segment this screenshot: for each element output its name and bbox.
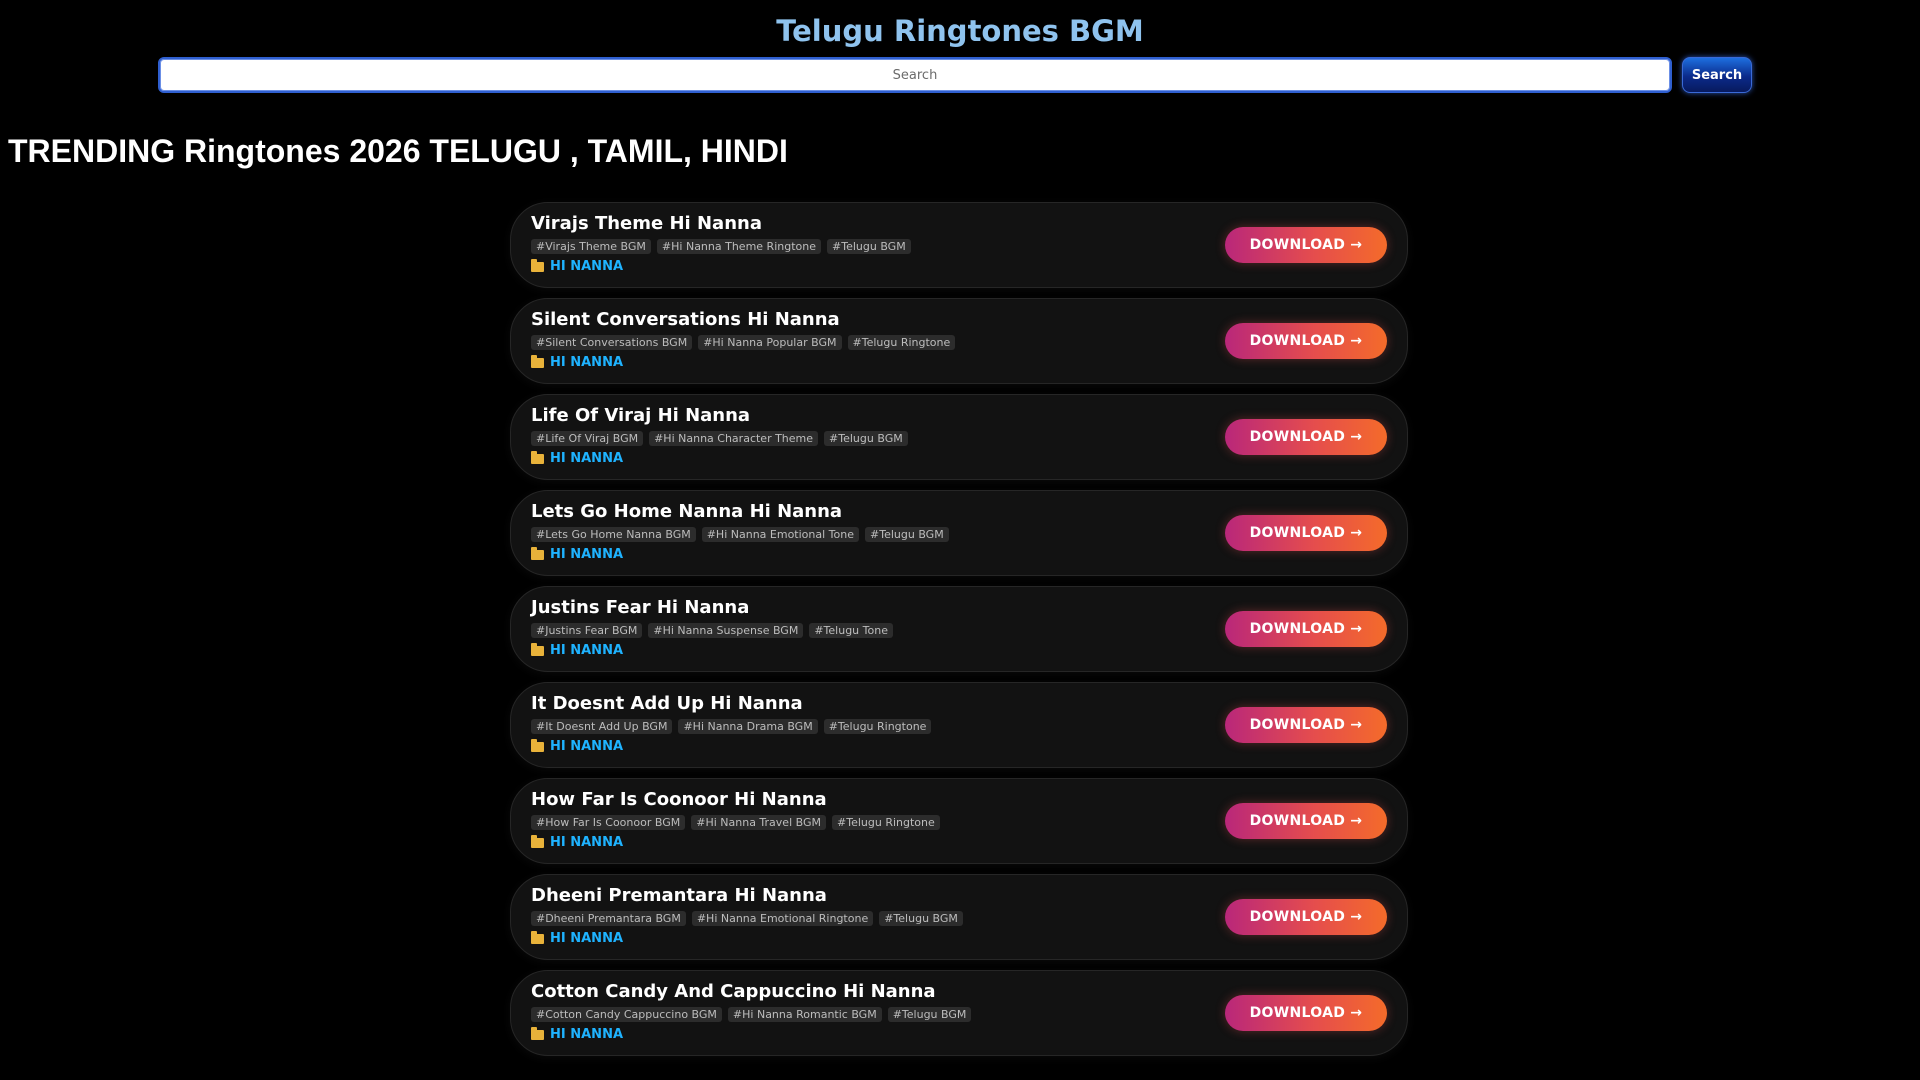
tag[interactable]: #Telugu BGM xyxy=(824,431,908,446)
category-label[interactable]: HI NANNA xyxy=(550,1027,623,1042)
download-button[interactable]: DOWNLOAD → xyxy=(1225,899,1387,935)
category-label[interactable]: HI NANNA xyxy=(550,643,623,658)
category-link[interactable]: HI NANNA xyxy=(531,738,623,754)
category-label[interactable]: HI NANNA xyxy=(550,931,623,946)
tag-list: #Lets Go Home Nanna BGM #Hi Nanna Emotion… xyxy=(531,527,949,542)
tag[interactable]: #Virajs Theme BGM xyxy=(531,239,651,254)
tag-list: #Justins Fear BGM #Hi Nanna Suspense BGM #… xyxy=(531,623,893,638)
tag[interactable]: #Telugu Ringtone xyxy=(832,815,940,830)
category-link[interactable]: HI NANNA xyxy=(531,1026,623,1042)
category-link[interactable]: HI NANNA xyxy=(531,642,623,658)
tag[interactable]: #Hi Nanna Romantic BGM xyxy=(727,1007,882,1022)
ringtone-card: Life Of Viraj Hi Nanna #Life Of Viraj BG… xyxy=(510,394,1408,480)
download-button[interactable]: DOWNLOAD → xyxy=(1225,707,1387,743)
folder-icon xyxy=(531,354,544,368)
ringtone-title[interactable]: It Doesnt Add Up Hi Nanna xyxy=(531,693,803,714)
tag-list: #How Far Is Coonoor BGM #Hi Nanna Travel … xyxy=(531,815,940,830)
folder-icon xyxy=(531,834,544,848)
folder-icon xyxy=(531,738,544,752)
tag[interactable]: #Telugu BGM xyxy=(827,239,911,254)
tag[interactable]: #Hi Nanna Emotional Ringtone xyxy=(691,911,874,926)
tag[interactable]: #Telugu BGM xyxy=(865,527,949,542)
ringtone-title[interactable]: Justins Fear Hi Nanna xyxy=(531,597,749,618)
tag[interactable]: #Hi Nanna Character Theme xyxy=(649,431,819,446)
ringtone-title[interactable]: Silent Conversations Hi Nanna xyxy=(531,309,840,330)
download-button[interactable]: DOWNLOAD → xyxy=(1225,995,1387,1031)
ringtone-title[interactable]: Life Of Viraj Hi Nanna xyxy=(531,405,750,426)
tag[interactable]: #Telugu Ringtone xyxy=(847,335,956,350)
category-label[interactable]: HI NANNA xyxy=(550,835,623,850)
ringtone-card: Cotton Candy And Cappuccino Hi Nanna #Co… xyxy=(510,970,1408,1056)
ringtone-card: Lets Go Home Nanna Hi Nanna #Lets Go Hom… xyxy=(510,490,1408,576)
download-button[interactable]: DOWNLOAD → xyxy=(1225,227,1387,263)
ringtone-title[interactable]: Lets Go Home Nanna Hi Nanna xyxy=(531,501,842,522)
ringtone-card: Justins Fear Hi Nanna #Justins Fear BGM #… xyxy=(510,586,1408,672)
tag[interactable]: #Dheeni Premantara BGM xyxy=(531,911,686,926)
tag[interactable]: #Hi Nanna Drama BGM xyxy=(678,719,818,734)
tag[interactable]: #Lets Go Home Nanna BGM xyxy=(531,527,696,542)
ringtone-title[interactable]: Dheeni Premantara Hi Nanna xyxy=(531,885,827,906)
tag[interactable]: #It Doesnt Add Up BGM xyxy=(531,719,673,734)
tag-list: #Dheeni Premantara BGM #Hi Nanna Emotiona… xyxy=(531,911,963,926)
ringtone-list: Virajs Theme Hi Nanna #Virajs Theme BGM #… xyxy=(510,202,1408,1066)
tag-list: #Virajs Theme BGM #Hi Nanna Theme Rington… xyxy=(531,239,911,254)
download-button[interactable]: DOWNLOAD → xyxy=(1225,419,1387,455)
tag-list: #It Doesnt Add Up BGM #Hi Nanna Drama BGM… xyxy=(531,719,932,734)
ringtone-card: Virajs Theme Hi Nanna #Virajs Theme BGM #… xyxy=(510,202,1408,288)
ringtone-title[interactable]: Virajs Theme Hi Nanna xyxy=(531,213,762,234)
folder-icon xyxy=(531,258,544,272)
search-button[interactable]: Search xyxy=(1682,57,1752,93)
category-link[interactable]: HI NANNA xyxy=(531,930,623,946)
category-label[interactable]: HI NANNA xyxy=(550,355,623,370)
category-label[interactable]: HI NANNA xyxy=(550,451,623,466)
download-button[interactable]: DOWNLOAD → xyxy=(1225,515,1387,551)
tag[interactable]: #Telugu BGM xyxy=(887,1007,972,1022)
tag[interactable]: #Telugu Ringtone xyxy=(823,719,932,734)
tag[interactable]: #Telugu BGM xyxy=(879,911,963,926)
tag[interactable]: #Hi Nanna Emotional Tone xyxy=(701,527,859,542)
folder-icon xyxy=(531,450,544,464)
folder-icon xyxy=(531,642,544,656)
folder-icon xyxy=(531,546,544,560)
category-label[interactable]: HI NANNA xyxy=(550,259,623,274)
category-link[interactable]: HI NANNA xyxy=(531,258,623,274)
page-heading: TRENDING Ringtones 2026 TELUGU , TAMIL, … xyxy=(8,133,788,169)
category-link[interactable]: HI NANNA xyxy=(531,354,623,370)
ringtone-title[interactable]: How Far Is Coonoor Hi Nanna xyxy=(531,789,827,810)
ringtone-card: How Far Is Coonoor Hi Nanna #How Far Is … xyxy=(510,778,1408,864)
download-button[interactable]: DOWNLOAD → xyxy=(1225,803,1387,839)
tag-list: #Silent Conversations BGM #Hi Nanna Popul… xyxy=(531,335,956,350)
tag[interactable]: #Life Of Viraj BGM xyxy=(531,431,644,446)
ringtone-card: It Doesnt Add Up Hi Nanna #It Doesnt Add… xyxy=(510,682,1408,768)
tag[interactable]: #Telugu Tone xyxy=(809,623,893,638)
category-link[interactable]: HI NANNA xyxy=(531,546,623,562)
category-label[interactable]: HI NANNA xyxy=(550,739,623,754)
download-button[interactable]: DOWNLOAD → xyxy=(1225,323,1387,359)
tag[interactable]: #Cotton Candy Cappuccino BGM xyxy=(531,1007,722,1022)
ringtone-title[interactable]: Cotton Candy And Cappuccino Hi Nanna xyxy=(531,981,936,1002)
ringtone-card: Silent Conversations Hi Nanna #Silent Co… xyxy=(510,298,1408,384)
tag[interactable]: #Hi Nanna Popular BGM xyxy=(698,335,842,350)
site-header: Telugu Ringtones BGM Search xyxy=(0,0,1920,100)
site-title[interactable]: Telugu Ringtones BGM xyxy=(0,14,1920,48)
tag-list: #Cotton Candy Cappuccino BGM #Hi Nanna Ro… xyxy=(531,1007,972,1022)
ringtone-card: Dheeni Premantara Hi Nanna #Dheeni Prema… xyxy=(510,874,1408,960)
category-link[interactable]: HI NANNA xyxy=(531,834,623,850)
tag[interactable]: #How Far Is Coonoor BGM xyxy=(531,815,686,830)
category-link[interactable]: HI NANNA xyxy=(531,450,623,466)
tag-list: #Life Of Viraj BGM #Hi Nanna Character Th… xyxy=(531,431,908,446)
tag[interactable]: #Hi Nanna Suspense BGM xyxy=(648,623,804,638)
category-label[interactable]: HI NANNA xyxy=(550,547,623,562)
tag[interactable]: #Hi Nanna Theme Ringtone xyxy=(656,239,821,254)
search-input[interactable] xyxy=(158,57,1672,93)
tag[interactable]: #Silent Conversations BGM xyxy=(531,335,693,350)
tag[interactable]: #Justins Fear BGM xyxy=(531,623,643,638)
tag[interactable]: #Hi Nanna Travel BGM xyxy=(691,815,826,830)
download-button[interactable]: DOWNLOAD → xyxy=(1225,611,1387,647)
folder-icon xyxy=(531,1026,544,1040)
folder-icon xyxy=(531,930,544,944)
